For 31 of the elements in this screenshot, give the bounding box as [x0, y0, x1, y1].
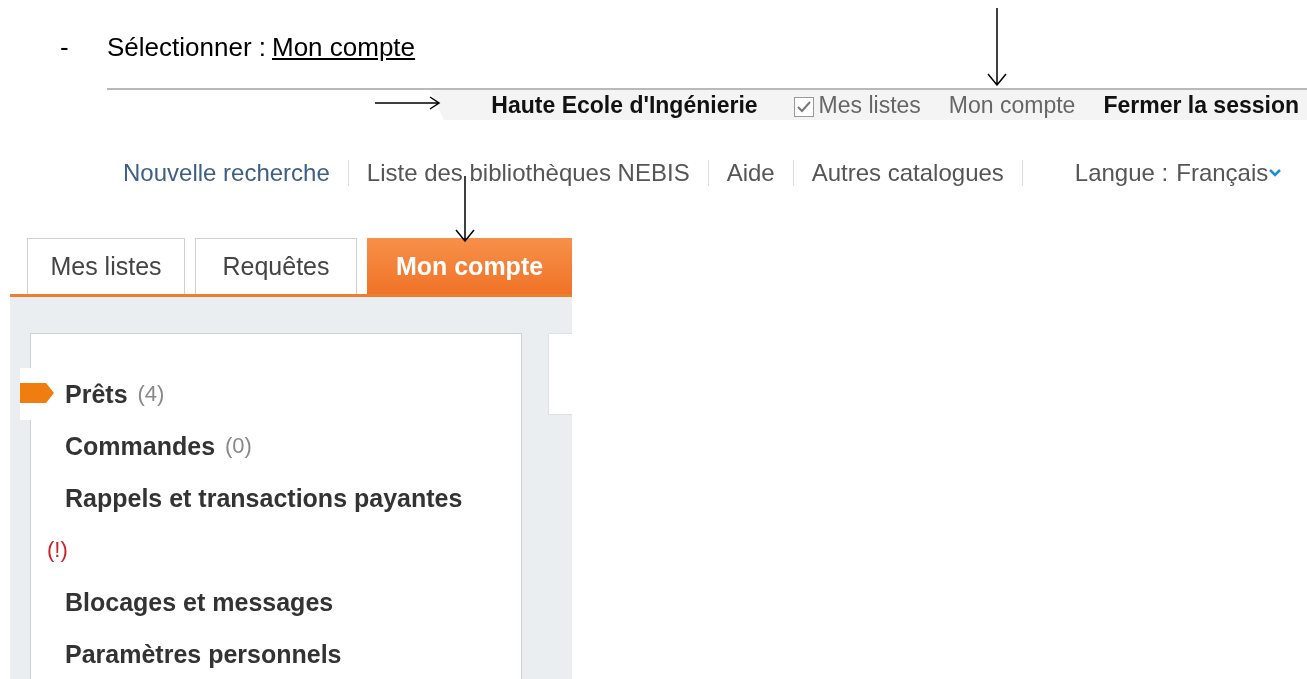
tab[interactable]: Requêtes — [195, 238, 357, 294]
tab[interactable]: Mes listes — [27, 238, 185, 294]
instruction-link-text: Mon compte — [272, 31, 416, 63]
language-label: Langue : — [1074, 159, 1169, 187]
menu-item[interactable]: Rappels et transactions payantes — [65, 483, 463, 513]
menu-item[interactable]: Blocages et messages — [65, 587, 334, 617]
chevron-down-icon — [1268, 168, 1283, 178]
menu-row[interactable]: Commandes (0) — [20, 420, 521, 472]
menu-item[interactable]: Commandes — [65, 431, 216, 461]
nav-link[interactable]: Nouvelle recherche — [123, 159, 330, 187]
menu-item[interactable]: Paramètres personnels — [65, 639, 342, 669]
menu-row[interactable]: Blocages et messages — [20, 576, 521, 628]
item-count: (0) — [225, 433, 252, 459]
alert-mark: (!) — [47, 537, 68, 563]
menu-row[interactable]: Rappels et transactions payantes — [20, 472, 521, 524]
selection-marker-icon — [20, 383, 54, 403]
institution-name: Haute Ecole d'Ingénierie — [491, 91, 758, 119]
nav-link[interactable]: Autres catalogues — [811, 159, 1004, 187]
instruction-text: Sélectionner : — [107, 31, 266, 63]
checkbox[interactable] — [793, 97, 814, 117]
logout-link[interactable]: Fermer la session — [1103, 91, 1299, 119]
nav-link[interactable]: Liste des bibliothèques NEBIS — [366, 159, 690, 187]
menu-row[interactable]: Paramètres personnels — [20, 628, 521, 679]
item-count: (4) — [137, 381, 165, 407]
menu-item[interactable]: Prêts — [65, 379, 128, 409]
account-link[interactable]: Mon compte — [948, 91, 1076, 119]
list-bullet: - — [60, 31, 70, 63]
nav-link[interactable]: Aide — [726, 159, 775, 187]
pointer-arrow — [375, 96, 441, 110]
my-lists-link[interactable]: Mes listes — [818, 91, 921, 119]
language-dropdown[interactable]: Français — [1176, 159, 1283, 187]
